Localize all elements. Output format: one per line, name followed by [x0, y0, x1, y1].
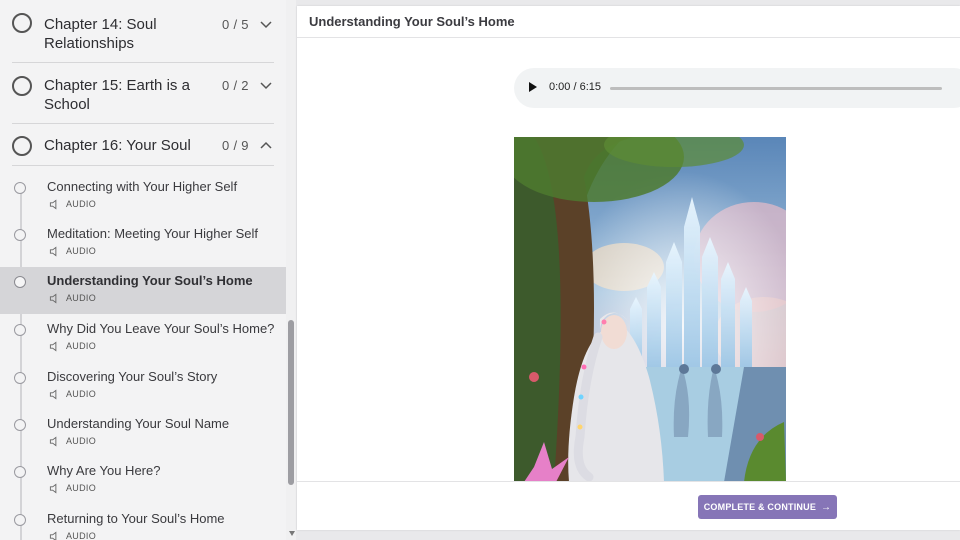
play-icon[interactable]: [529, 82, 537, 92]
speaker-icon: [49, 388, 57, 400]
lesson-illustration: [514, 137, 786, 482]
chapter-status-icon: [12, 136, 32, 156]
lesson-item-active[interactable]: Understanding Your Soul’s Home AUDIO: [0, 267, 286, 314]
lesson-content-panel: Understanding Your Soul’s Home 0:00 / 6:…: [297, 6, 960, 530]
chapter-14[interactable]: Chapter 14: Soul Relationships 0 / 5: [12, 0, 274, 63]
lesson-type: AUDIO: [49, 481, 96, 495]
lesson-type-label: AUDIO: [66, 341, 97, 351]
lesson-type-label: AUDIO: [66, 246, 97, 256]
lesson-title: Why Did You Leave Your Soul’s Home?: [47, 321, 275, 336]
lesson-type-label: AUDIO: [66, 293, 97, 303]
lesson-footer: COMPLETE & CONTINUE →: [297, 481, 960, 530]
arrow-right-icon: →: [821, 501, 832, 513]
scroll-down-arrow-icon[interactable]: [289, 531, 295, 536]
speaker-icon: [49, 435, 57, 447]
lesson-type: AUDIO: [49, 197, 96, 211]
audio-player[interactable]: 0:00 / 6:15: [514, 68, 960, 108]
chapter-16[interactable]: Chapter 16: Your Soul 0 / 9: [12, 124, 274, 166]
chapter-title: Chapter 16: Your Soul: [44, 137, 191, 154]
lesson-item[interactable]: Why Are You Here? AUDIO: [0, 457, 286, 504]
course-sidebar: Chapter 14: Soul Relationships 0 / 5 Cha…: [0, 0, 286, 540]
lesson-header: Understanding Your Soul’s Home: [297, 6, 960, 38]
lesson-type: AUDIO: [49, 529, 96, 540]
lesson-item[interactable]: Understanding Your Soul Name AUDIO: [0, 410, 286, 457]
audio-seek-bar[interactable]: [610, 87, 942, 90]
lesson-title: Understanding Your Soul Name: [47, 416, 230, 431]
lesson-title: Understanding Your Soul’s Home: [47, 273, 253, 288]
soul-home-illustration: [514, 137, 786, 482]
speaker-icon: [49, 245, 57, 257]
chapter-status-icon: [12, 13, 32, 33]
chevron-down-icon[interactable]: [258, 77, 274, 93]
lesson-item[interactable]: Connecting with Your Higher Self AUDIO: [0, 173, 286, 220]
lesson-status-icon: [14, 419, 26, 431]
lesson-status-icon: [14, 276, 26, 288]
lesson-title: Returning to Your Soul’s Home: [47, 511, 225, 526]
lesson-type: AUDIO: [49, 434, 96, 448]
lesson-status-icon: [14, 182, 26, 194]
chapter-progress: 0 / 9: [222, 138, 249, 153]
lesson-type-label: AUDIO: [66, 483, 97, 493]
chapter-status-icon: [12, 76, 32, 96]
lesson-item[interactable]: Why Did You Leave Your Soul’s Home? AUDI…: [0, 315, 286, 362]
chevron-up-icon[interactable]: [258, 137, 274, 153]
sidebar-scrollbar[interactable]: [286, 0, 296, 540]
chapter-progress: 0 / 5: [222, 17, 249, 32]
lesson-heading: Understanding Your Soul’s Home: [309, 14, 515, 29]
lesson-type-label: AUDIO: [66, 531, 97, 540]
lesson-status-icon: [14, 324, 26, 336]
lesson-status-icon: [14, 372, 26, 384]
chapter-progress: 0 / 2: [222, 78, 249, 93]
lesson-title: Meditation: Meeting Your Higher Self: [47, 226, 259, 241]
speaker-icon: [49, 198, 57, 210]
speaker-icon: [49, 530, 57, 540]
complete-and-continue-button[interactable]: COMPLETE & CONTINUE →: [698, 495, 837, 519]
lesson-type-label: AUDIO: [66, 389, 97, 399]
lesson-status-icon: [14, 466, 26, 478]
chevron-down-icon[interactable]: [258, 16, 274, 32]
lesson-status-icon: [14, 229, 26, 241]
lesson-type: AUDIO: [49, 387, 96, 401]
chapter-title: Chapter 15: Earth is a School: [44, 77, 190, 113]
lesson-type: AUDIO: [49, 291, 96, 305]
scrollbar-thumb[interactable]: [288, 320, 294, 485]
audio-time: 0:00 / 6:15: [549, 81, 601, 93]
chapter-15[interactable]: Chapter 15: Earth is a School 0 / 2: [12, 63, 274, 124]
speaker-icon: [49, 482, 57, 494]
speaker-icon: [49, 292, 57, 304]
lesson-type-label: AUDIO: [66, 436, 97, 446]
lesson-type: AUDIO: [49, 339, 96, 353]
lesson-title: Connecting with Your Higher Self: [47, 179, 238, 194]
lesson-title: Why Are You Here?: [47, 463, 161, 478]
chapter-title: Chapter 14: Soul Relationships: [44, 16, 157, 52]
speaker-icon: [49, 340, 57, 352]
lesson-item[interactable]: Returning to Your Soul’s Home AUDIO: [0, 505, 286, 540]
complete-label: COMPLETE & CONTINUE: [703, 502, 817, 512]
lesson-title: Discovering Your Soul’s Story: [47, 369, 218, 384]
lesson-type-label: AUDIO: [66, 199, 97, 209]
lesson-status-icon: [14, 514, 26, 526]
lesson-type: AUDIO: [49, 244, 96, 258]
lesson-item[interactable]: Discovering Your Soul’s Story AUDIO: [0, 363, 286, 410]
lesson-item[interactable]: Meditation: Meeting Your Higher Self AUD…: [0, 220, 286, 267]
